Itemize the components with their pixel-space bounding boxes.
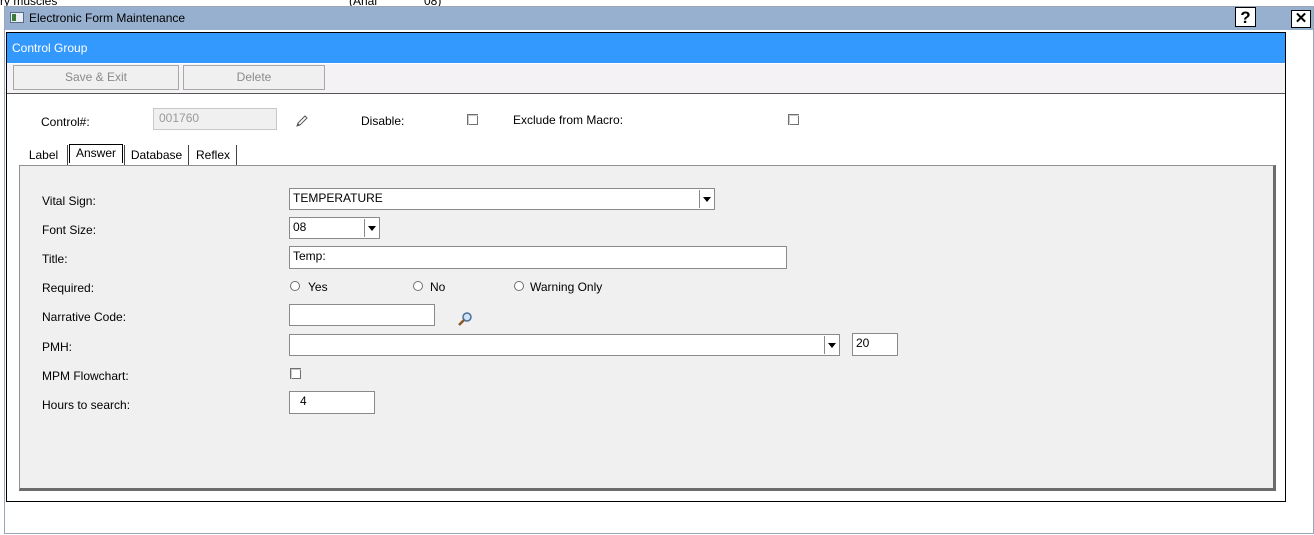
app-window-icon	[10, 12, 24, 23]
narrative-code-input[interactable]	[289, 304, 435, 326]
title-label: Title:	[42, 252, 68, 266]
vital-sign-select[interactable]: TEMPERATURE	[289, 188, 715, 210]
pmh-label: PMH:	[42, 340, 72, 354]
pmh-select[interactable]	[289, 334, 840, 356]
close-button[interactable]: ✕	[1291, 10, 1311, 28]
required-label: Required:	[42, 281, 95, 295]
group-header: Control Group	[7, 33, 1285, 63]
control-number-label: Control#:	[41, 115, 90, 129]
control-group-panel: Control Group Save & Exit Delete Control…	[6, 32, 1286, 502]
help-button[interactable]: ?	[1235, 7, 1256, 27]
font-size-label: Font Size:	[42, 223, 97, 237]
save-exit-button[interactable]: Save & Exit	[13, 65, 179, 90]
exclude-from-macro-label: Exclude from Macro:	[513, 113, 624, 127]
control-number-field[interactable]: 001760	[153, 108, 277, 130]
required-no-radio[interactable]	[413, 281, 423, 291]
chevron-down-icon[interactable]	[824, 336, 838, 354]
answer-tab-panel: Vital Sign: TEMPERATURE Font Size: 08 Ti…	[19, 165, 1276, 491]
font-size-value: 08	[293, 220, 307, 234]
hours-to-search-label: Hours to search:	[42, 398, 131, 412]
delete-button[interactable]: Delete	[183, 65, 325, 90]
electronic-form-window: Electronic Form Maintenance ? ✕ Control …	[4, 6, 1314, 534]
disable-checkbox[interactable]	[467, 114, 478, 125]
edit-pencil-icon[interactable]	[295, 114, 309, 128]
font-size-select[interactable]: 08	[289, 217, 380, 239]
exclude-from-macro-checkbox[interactable]	[788, 114, 799, 125]
toolbar: Save & Exit Delete	[7, 64, 1285, 94]
hours-to-search-input[interactable]: 4	[289, 391, 375, 414]
required-yes-radio[interactable]	[290, 281, 300, 291]
required-yes-label: Yes	[308, 280, 328, 294]
tab-reflex[interactable]: Reflex	[190, 145, 237, 166]
title-input[interactable]: Temp:	[289, 246, 787, 269]
chevron-down-icon[interactable]	[699, 190, 713, 208]
required-no-label: No	[430, 280, 446, 294]
required-warning-only-label: Warning Only	[530, 280, 603, 294]
tab-answer[interactable]: Answer	[69, 144, 123, 163]
disable-label: Disable:	[361, 114, 405, 128]
tab-database[interactable]: Database	[124, 145, 189, 166]
search-icon[interactable]	[457, 311, 473, 327]
group-title: Control Group	[12, 41, 88, 55]
required-warning-only-radio[interactable]	[514, 281, 524, 291]
narrative-code-label: Narrative Code:	[42, 310, 127, 324]
window-title: Electronic Form Maintenance	[29, 11, 186, 25]
title-bar[interactable]: Electronic Form Maintenance ?	[5, 7, 1313, 30]
chevron-down-icon[interactable]	[364, 219, 378, 237]
mpm-flowchart-checkbox[interactable]	[290, 368, 301, 379]
mpm-flowchart-label: MPM Flowchart:	[42, 369, 129, 383]
vital-sign-label: Vital Sign:	[42, 194, 96, 208]
pmh-number-input[interactable]: 20	[852, 333, 898, 356]
vital-sign-value: TEMPERATURE	[293, 191, 383, 205]
tab-label[interactable]: Label	[20, 145, 68, 166]
